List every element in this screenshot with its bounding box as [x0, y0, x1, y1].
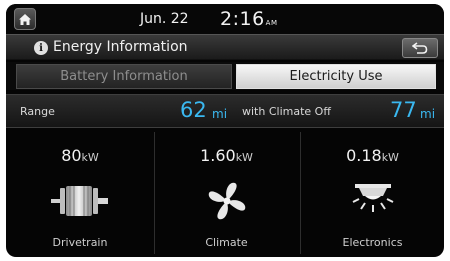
climate-panel: 1.60kW Climate — [154, 132, 298, 254]
range-unit: mi — [212, 107, 228, 121]
range-label: Range — [20, 105, 55, 118]
drivetrain-power-value: 80 — [61, 146, 82, 165]
drivetrain-power-unit: kW — [81, 151, 99, 164]
drivetrain-icon — [51, 186, 108, 216]
electronics-label: Electronics — [342, 236, 403, 249]
clock: 2:16AM — [220, 8, 278, 30]
range-row: Range 62 mi with Climate Off 77 mi — [6, 94, 444, 128]
title-bar: i Energy Information — [6, 34, 444, 60]
ampm-text: AM — [265, 19, 278, 27]
energy-info-screen: Jun. 22 2:16AM i Energy Information Batt… — [6, 4, 444, 257]
back-button[interactable] — [402, 38, 438, 58]
page-title: Energy Information — [53, 39, 188, 55]
electronics-power-unit: kW — [381, 151, 399, 164]
drivetrain-panel: 80kW Drivetrain — [8, 132, 152, 254]
return-icon — [412, 42, 428, 54]
fan-icon — [208, 182, 246, 220]
tab-bar: Battery Information Electricity Use — [6, 62, 444, 90]
electronics-power-value: 0.18 — [346, 146, 382, 165]
drivetrain-label: Drivetrain — [52, 236, 108, 249]
climate-label: Climate — [205, 236, 248, 249]
electronics-panel: 0.18kW Electronics — [300, 132, 444, 254]
electronics-power: 0.18kW — [301, 146, 444, 165]
tab-battery-information[interactable]: Battery Information — [16, 64, 232, 89]
climate-off-label: with Climate Off — [242, 105, 331, 118]
date-text: Jun. 22 — [140, 11, 189, 27]
info-icon: i — [34, 41, 48, 55]
drivetrain-power: 80kW — [8, 146, 152, 165]
range-value: 62 — [180, 98, 207, 122]
tab-electricity-use[interactable]: Electricity Use — [236, 64, 436, 89]
climate-off-unit: mi — [420, 107, 436, 121]
climate-power-unit: kW — [235, 151, 253, 164]
home-button[interactable] — [14, 8, 36, 30]
climate-off-value: 77 — [390, 98, 417, 122]
light-icon — [352, 184, 394, 212]
climate-power: 1.60kW — [155, 146, 298, 165]
time-text: 2:16 — [220, 8, 265, 30]
climate-power-value: 1.60 — [200, 146, 236, 165]
status-bar: Jun. 22 2:16AM — [6, 4, 444, 34]
home-icon — [19, 13, 31, 25]
